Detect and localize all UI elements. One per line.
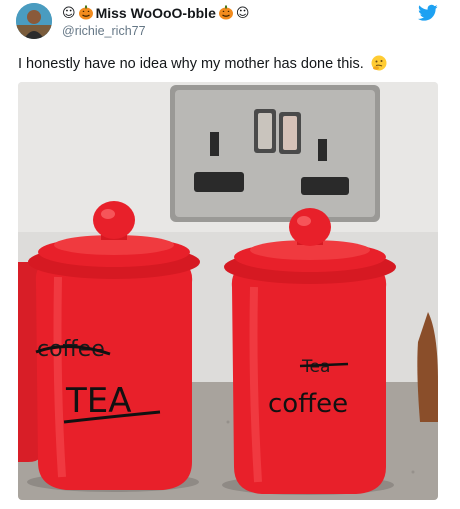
pumpkin-icon (78, 4, 94, 23)
ghost-icon: ☺ (235, 5, 250, 21)
wall-socket (170, 85, 380, 222)
tweet-photo[interactable]: coffee TEA Tea coffee (18, 82, 438, 500)
pumpkin-icon (218, 4, 234, 23)
tweet-text: I honestly have no idea why my mother ha… (18, 56, 364, 72)
tweet-card: ☺ Miss WoOoO-bble ☺ @richie_rich77 I hon… (0, 0, 460, 509)
ghost-icon: ☺ (62, 5, 76, 21)
avatar[interactable] (16, 3, 52, 39)
right-jar-label: coffee (268, 389, 348, 419)
left-jar: coffee TEA (27, 201, 200, 492)
author-display-name[interactable]: Miss WoOoO-bble (96, 5, 216, 21)
author-handle[interactable]: @richie_rich77 (62, 24, 146, 38)
tweet-text-row: I honestly have no idea why my mother ha… (18, 55, 387, 72)
author-name-row[interactable]: ☺ Miss WoOoO-bble ☺ (62, 4, 249, 22)
thinking-face-icon (367, 55, 387, 72)
twitter-bird-icon[interactable] (418, 4, 438, 22)
right-jar: Tea coffee (222, 208, 396, 495)
